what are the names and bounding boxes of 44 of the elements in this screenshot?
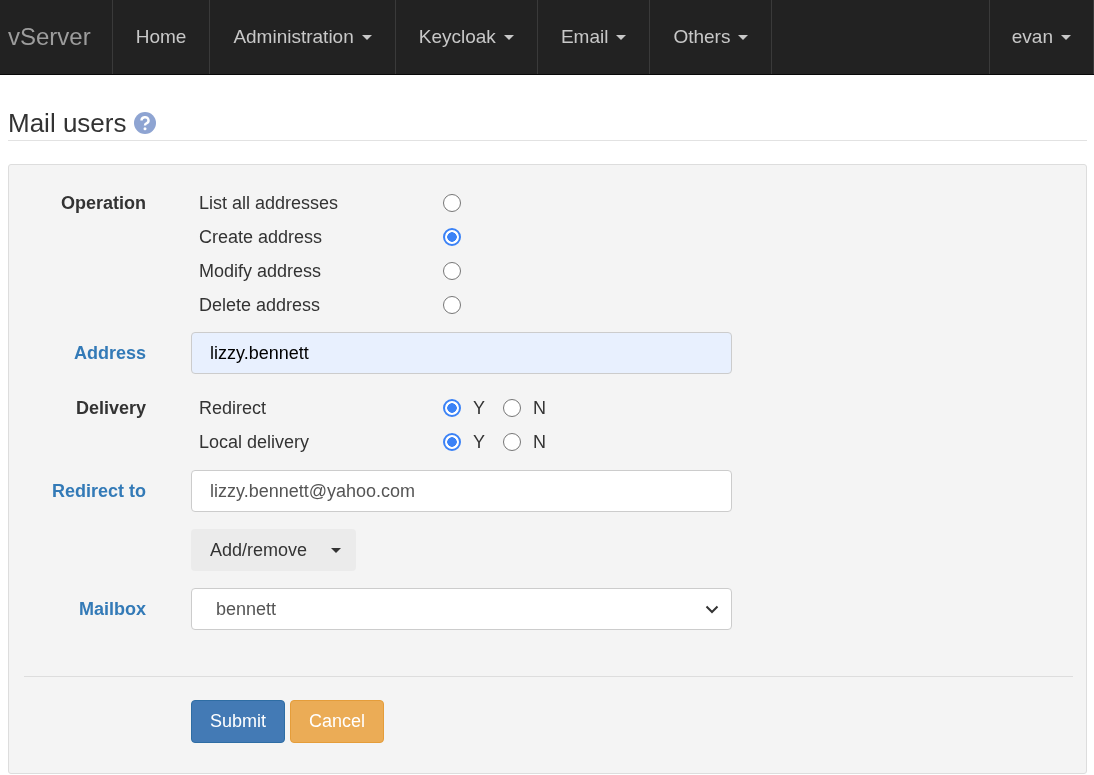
nav-link[interactable]: Keycloak <box>395 0 538 74</box>
option-label: Modify address <box>198 260 323 282</box>
dropdown-button[interactable]: Add/remove <box>191 529 357 571</box>
radio-button[interactable] <box>443 296 461 314</box>
option-label: List all addresses <box>198 192 340 214</box>
nav-link[interactable]: Home <box>112 0 211 74</box>
brand-link[interactable]: vServer <box>0 0 113 74</box>
radio-button[interactable] <box>443 194 461 212</box>
radio-label: N <box>533 397 546 419</box>
caret-icon <box>503 34 514 40</box>
nav-link[interactable]: Others <box>650 0 773 74</box>
radio-button[interactable] <box>443 433 461 451</box>
text-field[interactable]: lizzy.bennett <box>191 332 732 374</box>
radio-button[interactable] <box>443 399 461 417</box>
caret-icon <box>738 34 749 40</box>
radio-label: Y <box>473 397 485 419</box>
option-label: Create address <box>198 226 324 248</box>
radio-label: Y <box>473 431 485 453</box>
nav-link[interactable]: Email <box>537 0 651 74</box>
field-label: Redirect to <box>50 480 146 503</box>
caret-icon <box>616 34 627 40</box>
caret-icon <box>361 34 372 40</box>
user-menu[interactable]: evan <box>989 0 1094 74</box>
option-label: Local delivery <box>198 431 311 453</box>
field-label: Address <box>72 342 146 365</box>
chevron-down-icon <box>705 604 719 614</box>
field-label: Delivery <box>74 397 146 420</box>
radio-button[interactable] <box>443 228 461 246</box>
radio-button[interactable] <box>503 399 521 417</box>
text-field[interactable]: lizzy.bennett@yahoo.com <box>191 470 732 512</box>
caret-icon <box>1061 34 1071 40</box>
field-label: Mailbox <box>78 598 146 621</box>
help-icon[interactable] <box>134 112 157 134</box>
radio-label: N <box>533 431 546 453</box>
nav-link[interactable]: Administration <box>210 0 396 74</box>
radio-button[interactable] <box>443 262 461 280</box>
option-label: Delete address <box>198 294 322 316</box>
page-title: Mail users <box>8 106 127 140</box>
field-label: Operation <box>60 192 146 215</box>
option-label: Redirect <box>198 397 268 419</box>
radio-button[interactable] <box>503 433 521 451</box>
caret-icon <box>331 547 342 553</box>
submit-button[interactable]: Submit <box>191 700 286 743</box>
select-field[interactable]: bennett <box>191 588 732 630</box>
